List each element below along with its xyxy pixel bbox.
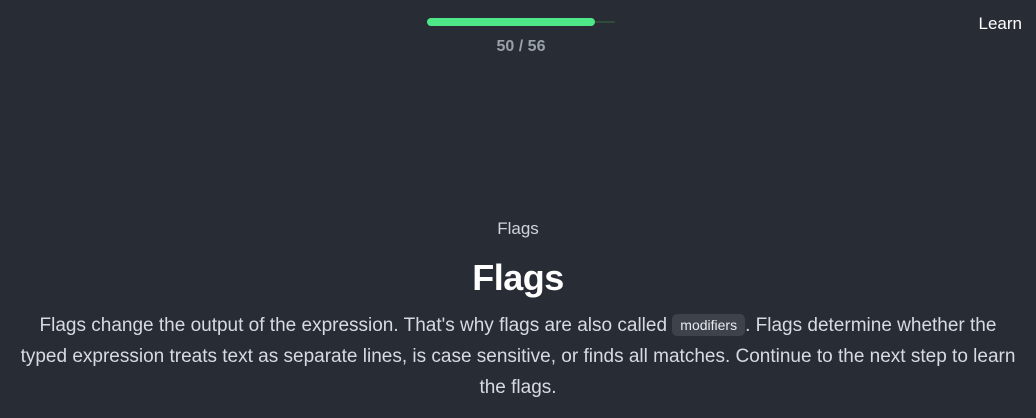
- top-bar: 50 / 56 Learn: [0, 0, 1036, 70]
- progress-bar: [427, 18, 615, 26]
- page-title: Flags: [472, 257, 564, 298]
- progress-fill: [427, 18, 595, 26]
- progress-counter: 50 / 56: [496, 38, 546, 55]
- lesson-content: Flags Flags Flags change the output of t…: [0, 216, 1036, 403]
- section-label: Flags: [497, 219, 539, 238]
- inline-code-term: modifiers: [672, 314, 746, 336]
- learn-link[interactable]: Learn: [979, 14, 1022, 34]
- lesson-description: Flags change the output of the expressio…: [18, 310, 1018, 403]
- description-text-start: Flags change the output of the expressio…: [39, 315, 673, 336]
